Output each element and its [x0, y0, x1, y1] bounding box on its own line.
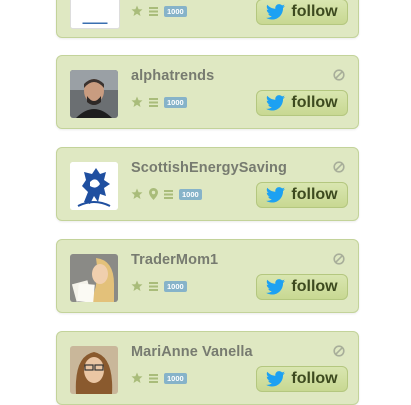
block-icon[interactable]: [333, 161, 345, 173]
user-name[interactable]: MariAnne Vanella: [131, 344, 253, 360]
list-icon[interactable]: [149, 97, 158, 108]
avatar[interactable]: [70, 162, 118, 210]
follower-count-badge: 1000: [164, 5, 187, 17]
block-icon[interactable]: [333, 345, 345, 357]
follow-label: follow: [291, 370, 338, 387]
location-pin-icon[interactable]: [149, 188, 158, 200]
follow-label: follow: [291, 3, 338, 20]
twitter-bird-icon: [266, 279, 286, 295]
avatar[interactable]: [70, 346, 118, 394]
follow-label: follow: [291, 186, 338, 203]
user-meta: 1000: [131, 371, 187, 385]
user-meta: 1000: [131, 279, 187, 293]
user-meta: 1000: [131, 4, 187, 18]
user-card: alphatrends 1000 follow: [56, 55, 359, 129]
follow-label: follow: [291, 94, 338, 111]
avatar[interactable]: [70, 254, 118, 302]
star-icon[interactable]: [131, 280, 143, 292]
user-meta: 1000: [131, 187, 202, 201]
block-icon[interactable]: [333, 69, 345, 81]
follow-button[interactable]: follow: [256, 366, 348, 392]
follower-count-badge: 1000: [164, 372, 187, 384]
list-icon[interactable]: [149, 373, 158, 384]
user-card: ScottishEnergySaving 1000 follow: [56, 147, 359, 221]
avatar[interactable]: [70, 70, 118, 118]
follower-count-badge: 1000: [164, 280, 187, 292]
star-icon[interactable]: [131, 188, 143, 200]
user-card: ▬▬▬▬▬ 1000 follow: [56, 0, 359, 38]
list-icon[interactable]: [149, 281, 158, 292]
twitter-bird-icon: [266, 187, 286, 203]
avatar[interactable]: ▬▬▬▬▬: [70, 0, 120, 29]
twitter-bird-icon: [266, 371, 286, 387]
follow-button[interactable]: follow: [256, 274, 348, 300]
list-icon[interactable]: [149, 6, 158, 17]
follow-button[interactable]: follow: [256, 90, 348, 116]
twitter-bird-icon: [266, 95, 286, 111]
twitter-bird-icon: [266, 4, 286, 20]
user-name[interactable]: ScottishEnergySaving: [131, 160, 287, 176]
follow-button[interactable]: follow: [256, 0, 348, 25]
user-name[interactable]: alphatrends: [131, 68, 214, 84]
follower-count-badge: 1000: [179, 188, 202, 200]
svg-text:▬▬▬▬▬: ▬▬▬▬▬: [83, 20, 108, 26]
follow-button[interactable]: follow: [256, 182, 348, 208]
follow-label: follow: [291, 278, 338, 295]
star-icon[interactable]: [131, 96, 143, 108]
follower-count-badge: 1000: [164, 96, 187, 108]
star-icon[interactable]: [131, 372, 143, 384]
list-icon[interactable]: [164, 189, 173, 200]
user-card: TraderMom1 1000 follow: [56, 239, 359, 313]
user-name[interactable]: TraderMom1: [131, 252, 218, 268]
user-meta: 1000: [131, 95, 187, 109]
star-icon[interactable]: [131, 5, 143, 17]
user-card: MariAnne Vanella 1000 follow: [56, 331, 359, 405]
block-icon[interactable]: [333, 253, 345, 265]
